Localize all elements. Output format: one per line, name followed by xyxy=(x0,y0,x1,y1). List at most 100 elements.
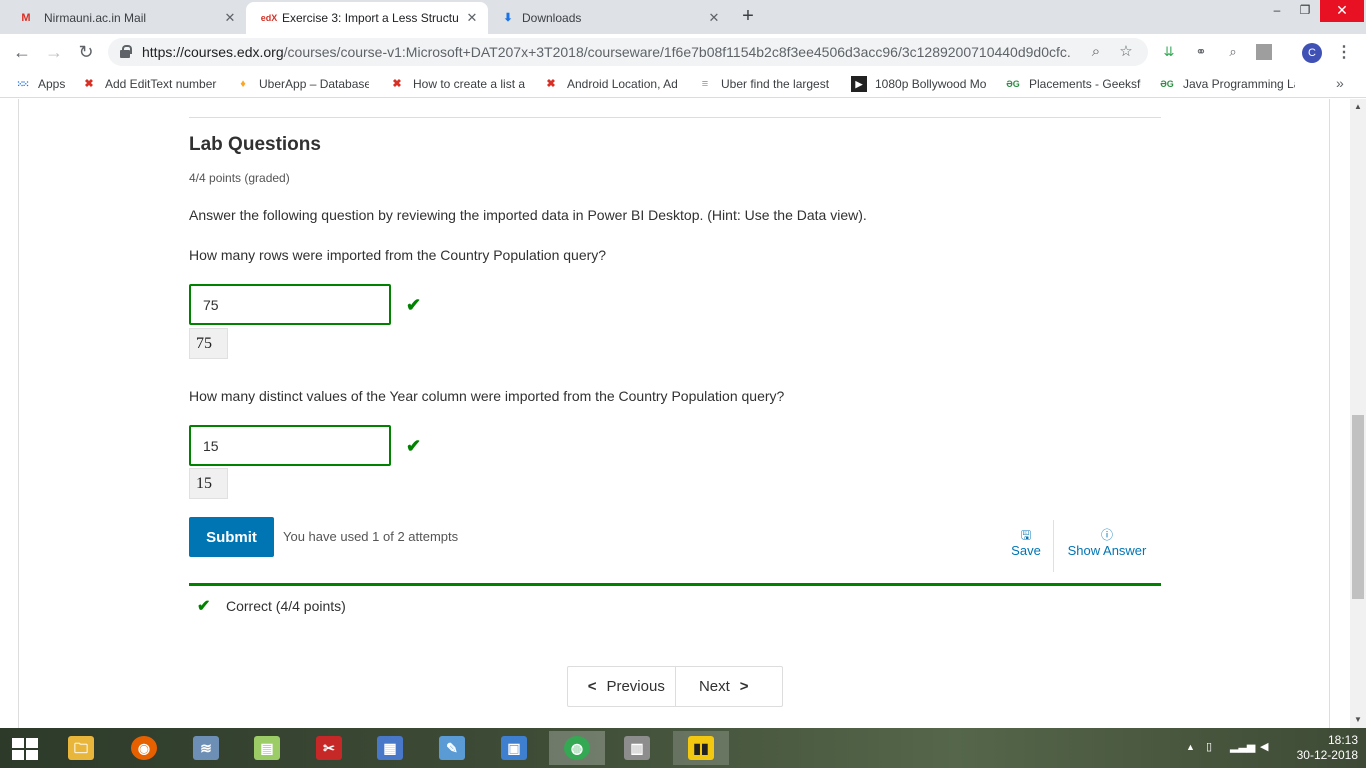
snipping-tool-icon[interactable]: ✂ xyxy=(306,731,352,765)
snipping-tool-glyph: ✂ xyxy=(316,736,342,760)
tab-title: Exercise 3: Import a Less Structur xyxy=(282,11,458,25)
close-icon[interactable]: ✕ xyxy=(706,10,722,26)
question-1-text: How many rows were imported from the Cou… xyxy=(189,247,607,263)
tab-title: Nirmauni.ac.in Mail xyxy=(44,11,147,25)
scroll-thumb[interactable] xyxy=(1352,415,1364,599)
submit-button[interactable]: Submit xyxy=(189,517,274,557)
firefox-glyph: ◉ xyxy=(131,736,157,760)
scroll-down-arrow[interactable]: ▼ xyxy=(1350,712,1366,728)
checkmark-icon: ✔ xyxy=(406,295,422,315)
network-icon[interactable]: ▂▃▅ xyxy=(1230,740,1255,753)
task-manager-icon[interactable]: ≋ xyxy=(183,731,229,765)
bookmark-item[interactable]: ✖ Add EditText number xyxy=(81,75,217,93)
restore-button[interactable]: ❐ xyxy=(1290,0,1320,22)
back-button[interactable]: ← xyxy=(10,40,34,64)
bookmark-item[interactable]: ƏG Placements - Geeksfo xyxy=(1005,75,1141,93)
show-answer-button[interactable]: ⓘ Show Answer xyxy=(1064,527,1150,558)
gmail-icon: M xyxy=(21,12,31,24)
scroll-up-arrow[interactable]: ▲ xyxy=(1350,99,1366,115)
chrome-glyph: ◍ xyxy=(564,736,590,760)
previous-button[interactable]: < Previous xyxy=(568,667,675,706)
url-text[interactable]: https://courses.edx.org/courses/course-v… xyxy=(142,44,1072,60)
taskbar-clock[interactable]: 18:13 30-12-2018 xyxy=(1282,733,1358,763)
minimize-button[interactable]: – xyxy=(1262,0,1292,22)
url-path: /courses/course-v1:Microsoft+DAT207x+3T2… xyxy=(283,44,1072,60)
save-label: Save xyxy=(1011,543,1041,558)
bookmark-item[interactable]: ✖ Android Location, Ad xyxy=(543,75,679,93)
answer-2-input[interactable] xyxy=(189,425,391,466)
control-panel-glyph: ▣ xyxy=(501,736,527,760)
bookmark-item[interactable]: ≡ Uber find the largest xyxy=(697,75,831,93)
new-tab-button[interactable]: + xyxy=(737,5,759,27)
geeksforgeeks-icon: ƏG xyxy=(1006,79,1020,89)
close-icon[interactable]: ✕ xyxy=(222,10,238,26)
attempts-text: You have used 1 of 2 attempts xyxy=(283,529,459,544)
calculator-glyph: ▦ xyxy=(377,736,403,760)
volume-icon[interactable]: ◀ xyxy=(1260,740,1268,753)
lock-icon xyxy=(120,45,132,58)
tab-gmail[interactable]: M Nirmauni.ac.in Mail ✕ xyxy=(0,2,246,34)
bookmark-label: Java Programming La xyxy=(1183,77,1295,91)
checkmark-icon: ✔ xyxy=(406,436,422,456)
next-button[interactable]: Next > xyxy=(674,667,783,706)
url-host: https://courses.edx.org xyxy=(142,44,284,60)
more-bookmarks-icon[interactable]: » xyxy=(1336,75,1344,91)
firefox-icon[interactable]: ◉ xyxy=(121,731,167,765)
bookmark-item[interactable]: ✖ How to create a list a xyxy=(389,75,525,93)
zoom-search-icon[interactable]: ⌕ xyxy=(1086,42,1106,62)
tab-downloads[interactable]: ⬇ Downloads ✕ xyxy=(488,2,730,34)
reload-button[interactable]: ↻ xyxy=(74,40,98,64)
problem-prompt: Answer the following question by reviewi… xyxy=(189,207,867,223)
bookmark-star-icon[interactable]: ☆ xyxy=(1116,42,1136,62)
tray-expand-icon[interactable]: ▲ xyxy=(1186,742,1195,752)
checkmark-icon: ✔ xyxy=(197,598,211,615)
power-bi-glyph: ▮▮ xyxy=(688,736,714,760)
notepad-icon[interactable]: ✎ xyxy=(429,731,475,765)
chrome-icon[interactable]: ◍ xyxy=(549,731,605,765)
tab-title: Downloads xyxy=(522,11,582,25)
calculator-icon[interactable]: ▦ xyxy=(367,731,413,765)
firebase-icon: ♦ xyxy=(240,78,246,90)
extension-cycle-icon[interactable]: ⚭ xyxy=(1192,43,1210,61)
extension-gray-icon[interactable] xyxy=(1256,44,1272,60)
result-bar xyxy=(189,583,1161,586)
show-answer-label: Show Answer xyxy=(1067,543,1147,558)
extension-search-icon[interactable]: ⌕ xyxy=(1224,43,1242,61)
profile-avatar[interactable]: C xyxy=(1302,43,1322,63)
sticky-notes-icon[interactable]: ▤ xyxy=(244,731,290,765)
page-content: Lab Questions 4/4 points (graded) Answer… xyxy=(0,99,1350,728)
address-bar[interactable]: https://courses.edx.org/courses/course-v… xyxy=(108,38,1148,66)
windows-start-icon[interactable] xyxy=(8,736,40,760)
bookmark-apps[interactable]: ⁙⁙ Apps xyxy=(14,75,74,93)
action-divider xyxy=(1053,520,1054,572)
tablet-icon[interactable]: ▯ xyxy=(1206,740,1212,753)
bookmark-item[interactable]: ƏG Java Programming La xyxy=(1159,75,1295,93)
result-notification: ✔ Correct (4/4 points) xyxy=(197,596,346,616)
file-explorer-icon[interactable]: 🗀 xyxy=(58,731,104,765)
forward-button[interactable]: → xyxy=(42,40,66,64)
edx-icon: edX xyxy=(260,13,278,23)
control-panel-icon[interactable]: ▣ xyxy=(491,731,537,765)
answer-1-input[interactable] xyxy=(189,284,391,325)
bookmark-item[interactable]: ▶ 1080p Bollywood Mo xyxy=(851,75,987,93)
remote-desktop-glyph: ▥ xyxy=(624,736,650,760)
play-icon: ▶ xyxy=(851,76,867,92)
power-bi-icon[interactable]: ▮▮ xyxy=(673,731,729,765)
x-bookmark-icon: ✖ xyxy=(546,78,556,90)
frame-border-right xyxy=(1329,99,1330,728)
browser-menu-icon[interactable]: ⋮ xyxy=(1336,42,1352,64)
result-text: Correct (4/4 points) xyxy=(226,598,346,614)
remote-desktop-icon[interactable]: ▥ xyxy=(614,731,660,765)
save-button[interactable]: 🖫 Save xyxy=(1006,527,1046,558)
extension-inbox-icon[interactable]: ⇊ xyxy=(1160,43,1178,61)
close-icon[interactable]: ✕ xyxy=(464,10,480,26)
section-divider xyxy=(189,117,1161,118)
save-icon: 🖫 xyxy=(1020,528,1032,542)
apps-icon: ⁙⁙ xyxy=(16,79,29,89)
bookmark-item[interactable]: ♦ UberApp – Database xyxy=(235,75,369,93)
problem-points: 4/4 points (graded) xyxy=(189,171,290,185)
x-bookmark-icon: ✖ xyxy=(84,78,94,90)
tab-edx-exercise[interactable]: edX Exercise 3: Import a Less Structur ✕ xyxy=(246,2,488,34)
page-scrollbar[interactable]: ▲ ▼ xyxy=(1350,99,1366,728)
close-window-button[interactable]: ✕ xyxy=(1320,0,1364,22)
